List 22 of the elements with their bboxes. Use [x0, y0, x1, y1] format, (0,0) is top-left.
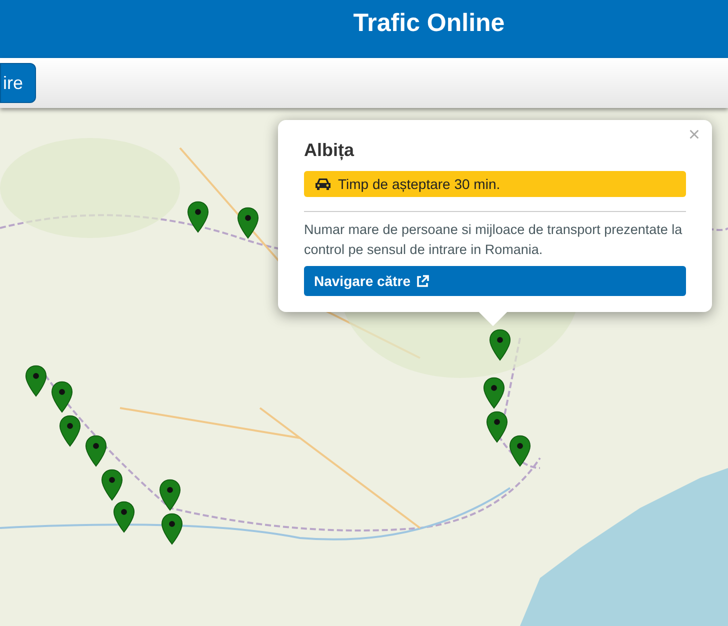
map-marker[interactable]: [59, 415, 81, 447]
map-marker[interactable]: [25, 365, 47, 397]
map-marker[interactable]: [161, 513, 183, 545]
wait-time-text: Timp de așteptare 30 min.: [338, 176, 500, 192]
app-title: Trafic Online: [353, 8, 505, 38]
map-marker[interactable]: [509, 435, 531, 467]
external-link-icon: [416, 274, 429, 288]
popup-description: Numar mare de persoane si mijloace de transport prezentate la control pe sensul de intrare in Romania.: [304, 221, 684, 259]
map-marker[interactable]: [187, 201, 209, 233]
popup-title: Albița: [304, 140, 356, 161]
navigate-button[interactable]: Navigare către: [304, 266, 686, 296]
map-marker[interactable]: [85, 435, 107, 467]
map-marker[interactable]: [486, 411, 508, 443]
map-marker[interactable]: [237, 207, 259, 239]
map-marker[interactable]: [113, 501, 135, 533]
map-marker[interactable]: [159, 479, 181, 511]
map-marker[interactable]: [489, 329, 511, 361]
map-marker[interactable]: [51, 381, 73, 413]
map-marker[interactable]: [101, 469, 123, 501]
map-marker[interactable]: [483, 377, 505, 409]
car-icon: [314, 177, 332, 191]
toolbar-button[interactable]: ire: [0, 63, 36, 103]
